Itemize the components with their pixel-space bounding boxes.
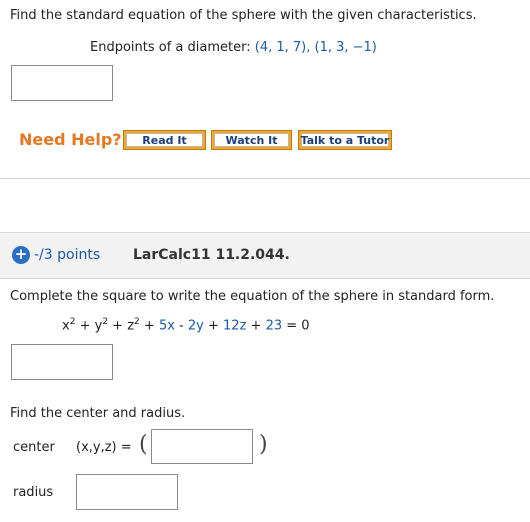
read-it-label: Read It (126, 133, 203, 147)
open-paren: ( (139, 432, 148, 457)
equals-sign: = (282, 318, 302, 334)
center-vars: (x,y,z) = (76, 440, 132, 455)
radius-input[interactable] (76, 474, 178, 510)
read-it-button[interactable]: Read It (123, 130, 206, 150)
problem-source: LarCalc11 11.2.044. (133, 247, 290, 263)
coef-z: 12z (223, 318, 247, 334)
center-vars-text: (x,y,z) (76, 440, 117, 455)
minus-sign: - (174, 318, 188, 334)
question2-prompt: Complete the square to write the equatio… (10, 289, 495, 304)
section-divider (0, 178, 530, 179)
plus-sign: + (108, 318, 128, 334)
expand-plus-icon[interactable]: + (12, 246, 30, 264)
x-term: x (62, 318, 70, 334)
constant: 23 (265, 318, 283, 334)
sphere-equation-answer-input[interactable] (11, 65, 113, 101)
points-label: -/3 points (34, 247, 101, 263)
question1-prompt: Find the standard equation of the sphere… (10, 8, 477, 23)
close-paren: ) (259, 432, 268, 457)
coef-y: 2y (187, 318, 204, 334)
talk-to-tutor-button[interactable]: Talk to a Tutor (298, 130, 392, 150)
radius-label: radius (13, 485, 54, 500)
plus-sign: + (75, 318, 95, 334)
watch-it-label: Watch It (214, 133, 289, 147)
sphere-equation: x2 + y2 + z2 + 5x - 2y + 12z + 23 = 0 (62, 317, 310, 333)
condition-label: Endpoints of a diameter: (90, 40, 255, 55)
talk-to-tutor-label: Talk to a Tutor (300, 133, 390, 147)
watch-it-button[interactable]: Watch It (211, 130, 292, 150)
standard-form-answer-input[interactable] (11, 344, 113, 380)
center-input[interactable] (151, 429, 253, 464)
diameter-condition: Endpoints of a diameter: (4, 1, 7), (1, … (90, 40, 377, 55)
center-radius-prompt: Find the center and radius. (10, 406, 186, 421)
plus-sign: + (203, 318, 224, 334)
center-label: center (13, 440, 55, 455)
rhs-value: 0 (301, 318, 310, 334)
plus-sign: + (139, 318, 159, 334)
condition-value: (4, 1, 7), (1, 3, −1) (254, 40, 377, 55)
equals-sign: = (120, 440, 132, 455)
coef-x: 5x (158, 318, 175, 334)
need-help-label: Need Help? (19, 130, 122, 149)
plus-sign: + (246, 318, 266, 334)
